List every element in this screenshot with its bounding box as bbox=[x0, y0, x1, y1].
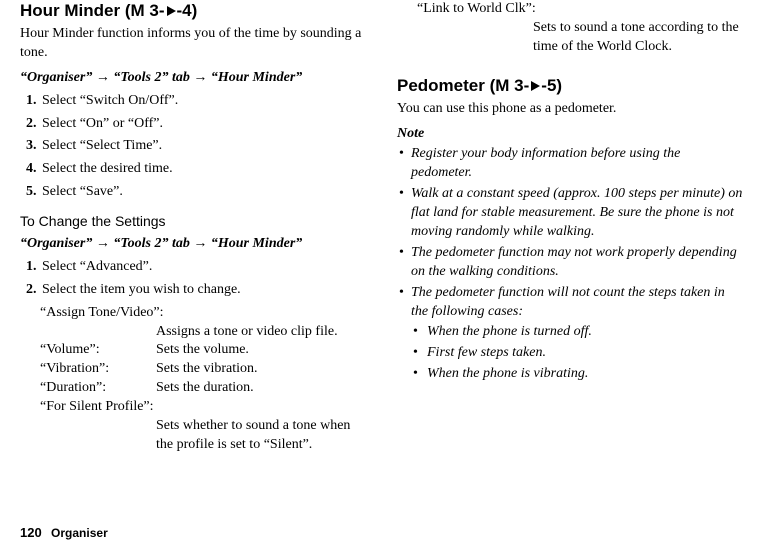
def-label: “Link to World Clk”: bbox=[417, 0, 744, 19]
def-value: Sets the volume. bbox=[156, 341, 367, 360]
arrow-icon: → bbox=[193, 70, 207, 85]
footer-section: Organiser bbox=[51, 526, 108, 540]
def-label: “Vibration”: bbox=[40, 360, 156, 379]
left-column: Hour Minder (M 3--4) Hour Minder functio… bbox=[20, 0, 367, 455]
step-item: Select “On” or “Off”. bbox=[40, 115, 367, 134]
breadcrumb-1: “Organiser” → “Tools 2” tab → “Hour Mind… bbox=[20, 69, 367, 88]
heading-text: Hour Minder bbox=[20, 1, 120, 20]
step-item: Select “Advanced”. bbox=[40, 258, 367, 277]
pedometer-heading: Pedometer (M 3--5) bbox=[397, 75, 744, 98]
steps-list-1: Select “Switch On/Off”. Select “On” or “… bbox=[20, 92, 367, 202]
note-item: The pedometer function will not count th… bbox=[397, 284, 744, 384]
right-column: “Link to World Clk”: Sets to sound a ton… bbox=[397, 0, 744, 455]
breadcrumb-2: “Organiser” → “Tools 2” tab → “Hour Mind… bbox=[20, 235, 367, 254]
steps-list-2: Select “Advanced”. Select the item you w… bbox=[20, 258, 367, 300]
page-footer: 120 Organiser bbox=[20, 524, 108, 542]
arrow-icon: → bbox=[96, 236, 110, 251]
step-item: Select “Select Time”. bbox=[40, 137, 367, 156]
change-settings-heading: To Change the Settings bbox=[20, 212, 367, 231]
def-label: “Duration”: bbox=[40, 379, 156, 398]
heading-text: Pedometer bbox=[397, 76, 485, 95]
pedometer-intro: You can use this phone as a pedometer. bbox=[397, 100, 744, 119]
def-value: Sets the vibration. bbox=[156, 360, 367, 379]
arrow-icon: → bbox=[96, 70, 110, 85]
step-item: Select the item you wish to change. bbox=[40, 281, 367, 300]
def-label: “For Silent Profile”: bbox=[40, 398, 367, 417]
def-value: Assigns a tone or video clip file. bbox=[156, 323, 367, 342]
pedometer-code: (M 3--5) bbox=[490, 76, 562, 95]
arrow-icon: → bbox=[193, 236, 207, 251]
link-world-clock-def: “Link to World Clk”: Sets to sound a ton… bbox=[417, 0, 744, 57]
def-row: “Vibration”: Sets the vibration. bbox=[40, 360, 367, 379]
hour-minder-heading: Hour Minder (M 3--4) bbox=[20, 0, 367, 23]
definitions-list: “Assign Tone/Video”: Assigns a tone or v… bbox=[40, 304, 367, 455]
def-row: “Duration”: Sets the duration. bbox=[40, 379, 367, 398]
notes-list: Register your body information before us… bbox=[397, 145, 744, 384]
page-number: 120 bbox=[20, 525, 42, 540]
def-row: “Volume”: Sets the volume. bbox=[40, 341, 367, 360]
note-title: Note bbox=[397, 125, 744, 144]
note-item: Register your body information before us… bbox=[397, 145, 744, 183]
sub-note-item: When the phone is vibrating. bbox=[411, 365, 744, 384]
step-item: Select “Save”. bbox=[40, 183, 367, 202]
step-item: Select the desired time. bbox=[40, 160, 367, 179]
sub-notes-list: When the phone is turned off. First few … bbox=[411, 323, 744, 384]
def-value: Sets the duration. bbox=[156, 379, 367, 398]
sub-note-item: First few steps taken. bbox=[411, 344, 744, 363]
def-label: “Volume”: bbox=[40, 341, 156, 360]
hour-minder-intro: Hour Minder function informs you of the … bbox=[20, 25, 367, 63]
right-triangle-icon bbox=[165, 5, 177, 17]
right-triangle-icon bbox=[529, 80, 541, 92]
note-item: The pedometer function may not work prop… bbox=[397, 244, 744, 282]
def-value: Sets to sound a tone according to the ti… bbox=[533, 19, 744, 57]
step-item: Select “Switch On/Off”. bbox=[40, 92, 367, 111]
hour-minder-code: (M 3--4) bbox=[125, 1, 197, 20]
note-item: Walk at a constant speed (approx. 100 st… bbox=[397, 185, 744, 242]
sub-note-item: When the phone is turned off. bbox=[411, 323, 744, 342]
def-label: “Assign Tone/Video”: bbox=[40, 304, 367, 323]
def-value: Sets whether to sound a tone when the pr… bbox=[156, 417, 367, 455]
